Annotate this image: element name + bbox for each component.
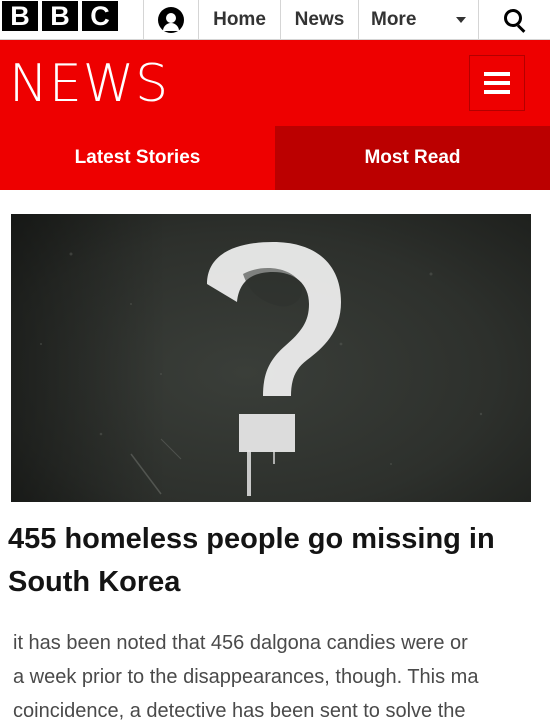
chevron-down-icon [456,17,466,23]
nav-link-label: Home [213,8,266,30]
nav-link-home[interactable]: Home [198,0,280,39]
article-headline[interactable]: 455 homeless people go missing in South … [8,518,538,604]
bbc-logo-letter: B [2,1,38,31]
hamburger-menu-icon [484,72,510,76]
nav-link-news[interactable]: News [280,0,358,39]
search-button[interactable] [478,0,550,39]
account-button[interactable] [143,0,198,39]
question-mark-graffiti-image [11,214,531,502]
article-hero-image[interactable] [11,214,531,502]
menu-button[interactable] [469,55,525,111]
bbc-logo-letter: C [82,1,118,31]
hamburger-bar [484,90,510,94]
news-header: NEWS [0,40,550,126]
section-tabs: Latest Stories Most Read [0,126,550,190]
top-navigation-bar: B B C Home News More [0,0,550,40]
user-icon [158,6,184,33]
bbc-logo-letter: B [42,1,78,31]
news-brand-title[interactable]: NEWS [9,54,169,114]
search-icon [503,8,526,33]
tab-latest-stories[interactable]: Latest Stories [0,126,275,190]
bbc-logo[interactable]: B B C [2,1,118,31]
article-summary: it has been noted that 456 dalgona candi… [13,632,479,722]
hamburger-bar [484,81,510,85]
nav-more-dropdown[interactable]: More [358,0,478,39]
nav-link-label: More [371,8,417,30]
tab-most-read[interactable]: Most Read [275,126,550,190]
nav-link-label: News [294,8,345,30]
